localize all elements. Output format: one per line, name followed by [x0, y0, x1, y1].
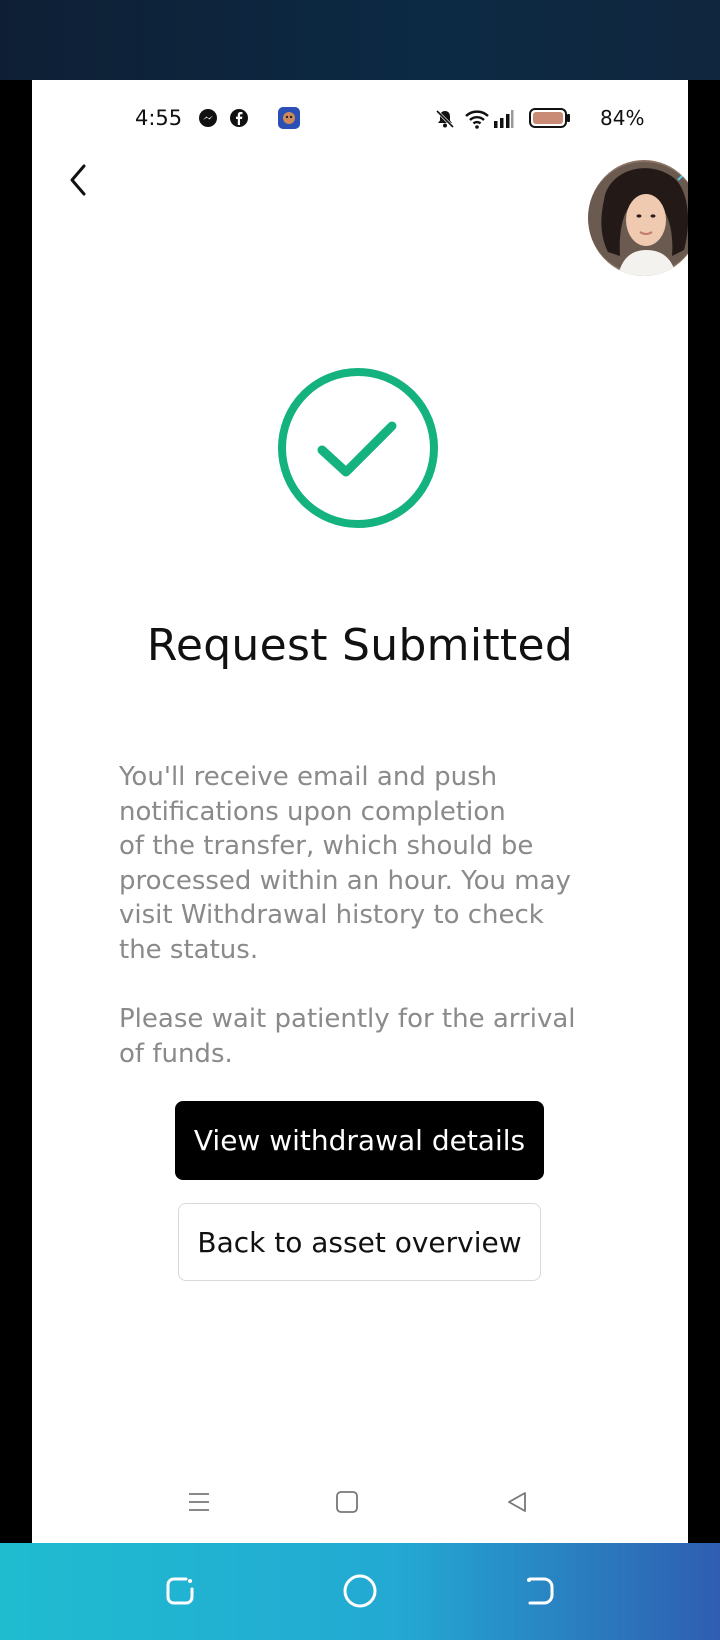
description-line: of the transfer, which should be — [119, 831, 534, 861]
back-to-asset-overview-button[interactable]: Back to asset overview — [178, 1203, 541, 1281]
battery-icon — [529, 108, 570, 128]
wait-message: Please wait patiently for the arrival of… — [119, 1002, 599, 1071]
back-triangle-icon[interactable] — [505, 1490, 529, 1514]
left-black-border — [0, 80, 32, 1543]
wait-line: Please wait patiently for the arrival — [119, 1004, 576, 1034]
back-icon[interactable] — [524, 1575, 556, 1607]
facebook-icon — [230, 109, 248, 127]
home-circle-icon[interactable] — [342, 1573, 378, 1609]
description-line: notifications upon completion — [119, 796, 506, 827]
menu-icon[interactable] — [187, 1491, 211, 1513]
app-badge-icon — [278, 107, 300, 129]
page-title: Request Submitted — [146, 620, 574, 671]
check-circle-icon — [278, 368, 438, 528]
description-line: You'll receive email and push — [119, 762, 498, 792]
chevron-left-icon[interactable] — [64, 160, 94, 200]
battery-percent: 84% — [600, 106, 645, 130]
recents-icon[interactable] — [164, 1575, 196, 1607]
top-wallpaper-band — [0, 0, 720, 80]
description-line: processed within an hour. You may — [119, 865, 571, 896]
system-navigation-bar — [0, 1543, 720, 1640]
bell-off-icon — [435, 109, 455, 129]
right-black-border — [688, 80, 720, 1543]
description-paragraph: You'll receive email and push notificati… — [119, 760, 599, 967]
wifi-icon — [465, 110, 489, 129]
home-square-icon[interactable] — [335, 1490, 359, 1514]
status-time: 4:55 — [135, 106, 183, 130]
phone-screen: 4:55 84% Request Submitted You'll receiv… — [32, 80, 688, 1543]
view-withdrawal-details-button[interactable]: View withdrawal details — [175, 1101, 544, 1180]
user-avatar[interactable] — [588, 160, 688, 276]
signal-icon — [494, 110, 514, 128]
wait-line: of funds. — [119, 1038, 233, 1069]
description-line: visit Withdrawal history to check — [119, 900, 544, 930]
description-line: the status. — [119, 934, 259, 965]
messenger-icon — [199, 109, 217, 127]
